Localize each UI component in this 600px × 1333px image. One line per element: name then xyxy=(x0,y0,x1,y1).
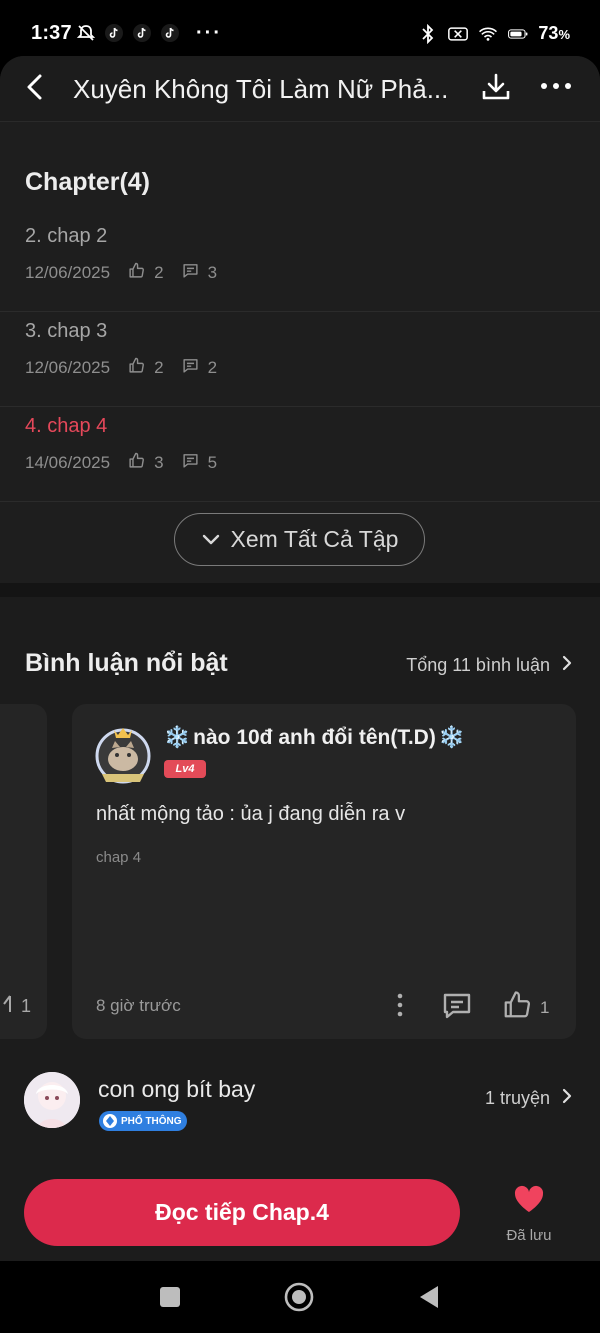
thumbs-up-icon xyxy=(502,990,532,1025)
view-all-chapters-button[interactable]: Xem Tất Cả Tập xyxy=(174,513,425,566)
total-comments-label: Tổng 11 bình luận xyxy=(406,655,550,675)
comment-likes: 1 xyxy=(540,997,550,1017)
comment-time: 8 giờ trước xyxy=(96,996,181,1015)
chapter-comments: 5 xyxy=(207,453,218,472)
chapter-likes: 3 xyxy=(154,453,164,472)
chapter-likes: 2 xyxy=(154,263,164,282)
more-options-icon[interactable] xyxy=(538,76,574,96)
story-title: Xuyên Không Tôi Làm Nữ Phả... xyxy=(73,74,449,104)
comment-likes: 1 xyxy=(21,996,32,1016)
chevron-right-icon xyxy=(562,1088,572,1109)
thumbs-up-icon[interactable] xyxy=(0,994,14,1019)
chapter-comments: 3 xyxy=(207,263,218,282)
back-arrow-icon[interactable] xyxy=(20,71,50,103)
chapter-section: Chapter(4) 2. chap 2 12/06/2025 2 3 3. c… xyxy=(0,122,600,583)
wifi-icon xyxy=(478,24,498,44)
system-nav-bar xyxy=(0,1261,600,1333)
chapter-date: 12/06/2025 xyxy=(25,358,111,377)
level-badge: Lv4 xyxy=(164,760,206,778)
heart-icon xyxy=(513,1185,545,1218)
chapter-title: 3. chap 3 xyxy=(25,320,108,342)
status-time: 1:37 xyxy=(31,22,72,44)
comments-title: Bình luận nổi bật xyxy=(25,649,228,677)
comment-like-button[interactable]: 1 xyxy=(502,990,549,1025)
no-sim-icon xyxy=(448,24,469,44)
chapter-meta: 12/06/2025 2 3 xyxy=(25,262,235,284)
bluetooth-icon xyxy=(418,23,438,44)
continue-reading-button[interactable]: Đọc tiếp Chap.4 xyxy=(24,1179,460,1246)
thumbs-up-icon xyxy=(128,452,145,474)
continue-reading-label: Đọc tiếp Chap.4 xyxy=(155,1199,329,1225)
comment-card[interactable]: ❄️ nào 10đ anh đổi tên(T.D) ❄️ Lv4 nhất … xyxy=(72,704,576,1039)
thumbs-up-icon xyxy=(128,262,145,284)
comment-chapter: chap 4 xyxy=(96,849,142,866)
tiktok-icon xyxy=(132,23,152,43)
chevron-right-icon xyxy=(562,655,572,676)
recent-apps-icon[interactable] xyxy=(159,1286,181,1313)
home-icon[interactable] xyxy=(284,1282,314,1317)
author-row[interactable]: con ong bít bay PHỔ THÔNG 1 truyện xyxy=(0,1072,600,1162)
app-screen: Xuyên Không Tôi Làm Nữ Phả... Chapter(4)… xyxy=(0,56,600,1261)
section-divider xyxy=(0,583,600,597)
commenter-name-text: nào 10đ anh đổi tên(T.D) xyxy=(193,726,436,749)
status-right-icons: 73% xyxy=(418,23,570,44)
chapter-date: 14/06/2025 xyxy=(25,453,111,472)
total-comments-link[interactable]: Tổng 11 bình luận xyxy=(406,655,572,676)
chapter-meta: 14/06/2025 3 5 xyxy=(25,452,235,474)
comment-icon xyxy=(182,262,199,284)
chapter-heading: Chapter(4) xyxy=(25,168,151,196)
chapter-meta: 12/06/2025 2 2 xyxy=(25,357,235,379)
chevron-down-icon xyxy=(201,526,221,553)
diamond-icon xyxy=(103,1114,117,1128)
chapter-row[interactable]: 2. chap 2 12/06/2025 2 3 xyxy=(0,217,600,312)
bottom-action-bar: Đọc tiếp Chap.4 Đã lưu xyxy=(0,1163,600,1261)
tiktok-icon xyxy=(104,23,124,43)
more-notifications-icon: ··· xyxy=(196,22,222,44)
comment-icon xyxy=(182,357,199,379)
thumbs-up-icon xyxy=(128,357,145,379)
chapter-comments: 2 xyxy=(207,358,218,377)
reply-icon[interactable] xyxy=(442,991,472,1021)
bell-muted-icon xyxy=(76,23,96,43)
back-nav-icon[interactable] xyxy=(418,1285,440,1314)
author-stories-link[interactable]: 1 truyện xyxy=(485,1088,572,1109)
comments-section: Bình luận nổi bật Tổng 11 bình luận 1 ❄️… xyxy=(0,597,600,1261)
chapter-row-current[interactable]: 4. chap 4 14/06/2025 3 5 xyxy=(0,407,600,502)
chapter-date: 12/06/2025 xyxy=(25,263,111,282)
status-bar: 1:37 ··· 73% xyxy=(0,0,600,62)
comment-icon xyxy=(182,452,199,474)
saved-button[interactable]: Đã lưu xyxy=(496,1185,562,1247)
commenter-avatar[interactable] xyxy=(92,722,154,788)
chapter-row[interactable]: 3. chap 3 12/06/2025 2 2 xyxy=(0,312,600,407)
snowflake-icon: ❄️ xyxy=(438,726,465,749)
snowflake-icon: ❄️ xyxy=(164,726,191,749)
previous-comment-card[interactable]: 1 xyxy=(0,704,47,1039)
battery-icon xyxy=(508,24,528,44)
author-name[interactable]: con ong bít bay xyxy=(98,1076,255,1103)
author-stories-count: 1 truyện xyxy=(484,1088,550,1108)
tiktok-icon xyxy=(160,23,180,43)
view-all-label: Xem Tất Cả Tập xyxy=(230,526,399,552)
chapter-likes: 2 xyxy=(154,358,164,377)
chapter-title: 2. chap 2 xyxy=(25,225,108,247)
author-rank-text: PHỔ THÔNG xyxy=(121,1115,182,1127)
comment-options-icon[interactable] xyxy=(392,991,408,1019)
top-app-bar: Xuyên Không Tôi Làm Nữ Phả... xyxy=(0,56,600,122)
commenter-name[interactable]: ❄️ nào 10đ anh đổi tên(T.D) ❄️ xyxy=(164,726,465,750)
status-left-icons: ··· xyxy=(76,23,222,43)
author-rank-badge: PHỔ THÔNG xyxy=(99,1111,187,1131)
chapter-title: 4. chap 4 xyxy=(25,415,108,437)
comment-text: nhất mộng tảo : ủa j đang diễn ra v xyxy=(96,803,406,825)
download-icon[interactable] xyxy=(480,71,512,103)
author-avatar[interactable] xyxy=(24,1072,80,1128)
saved-label: Đã lưu xyxy=(506,1227,552,1244)
battery-level: 73 xyxy=(538,23,559,43)
